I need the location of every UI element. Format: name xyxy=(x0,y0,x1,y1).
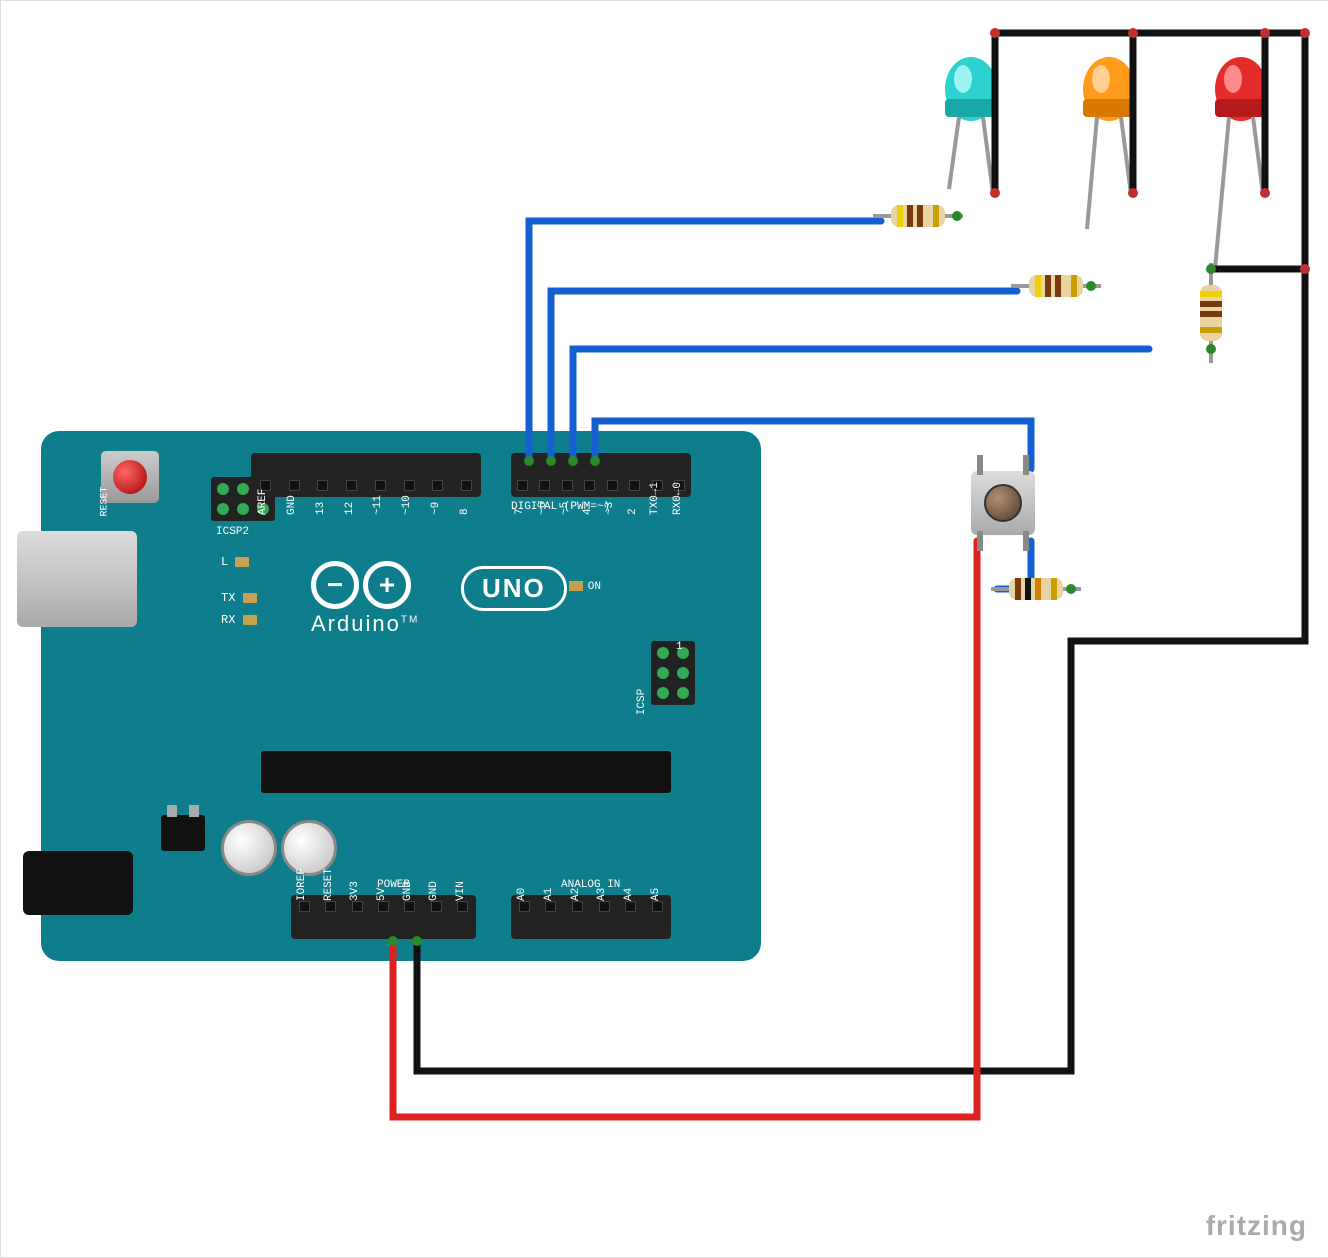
node xyxy=(1206,264,1216,274)
node xyxy=(1128,28,1138,38)
node xyxy=(1260,188,1270,198)
node xyxy=(1260,28,1270,38)
node-d6 xyxy=(546,456,556,466)
node xyxy=(1128,188,1138,198)
node xyxy=(1066,584,1076,594)
node xyxy=(1086,281,1096,291)
fritzing-diagram: RESET ICSP2 ICSP 1 L TX RX ON −+ Arduino… xyxy=(0,0,1328,1258)
node-gnd xyxy=(412,936,422,946)
node xyxy=(990,188,1000,198)
node-5v xyxy=(388,936,398,946)
node xyxy=(1300,28,1310,38)
node-d5 xyxy=(568,456,578,466)
node xyxy=(990,28,1000,38)
node-d4 xyxy=(590,456,600,466)
node xyxy=(1206,344,1216,354)
node xyxy=(1300,264,1310,274)
resistor-led-cyan xyxy=(873,201,963,231)
fritzing-watermark: fritzing xyxy=(1206,1210,1307,1242)
push-button xyxy=(971,471,1035,535)
node xyxy=(952,211,962,221)
node-d7 xyxy=(524,456,534,466)
